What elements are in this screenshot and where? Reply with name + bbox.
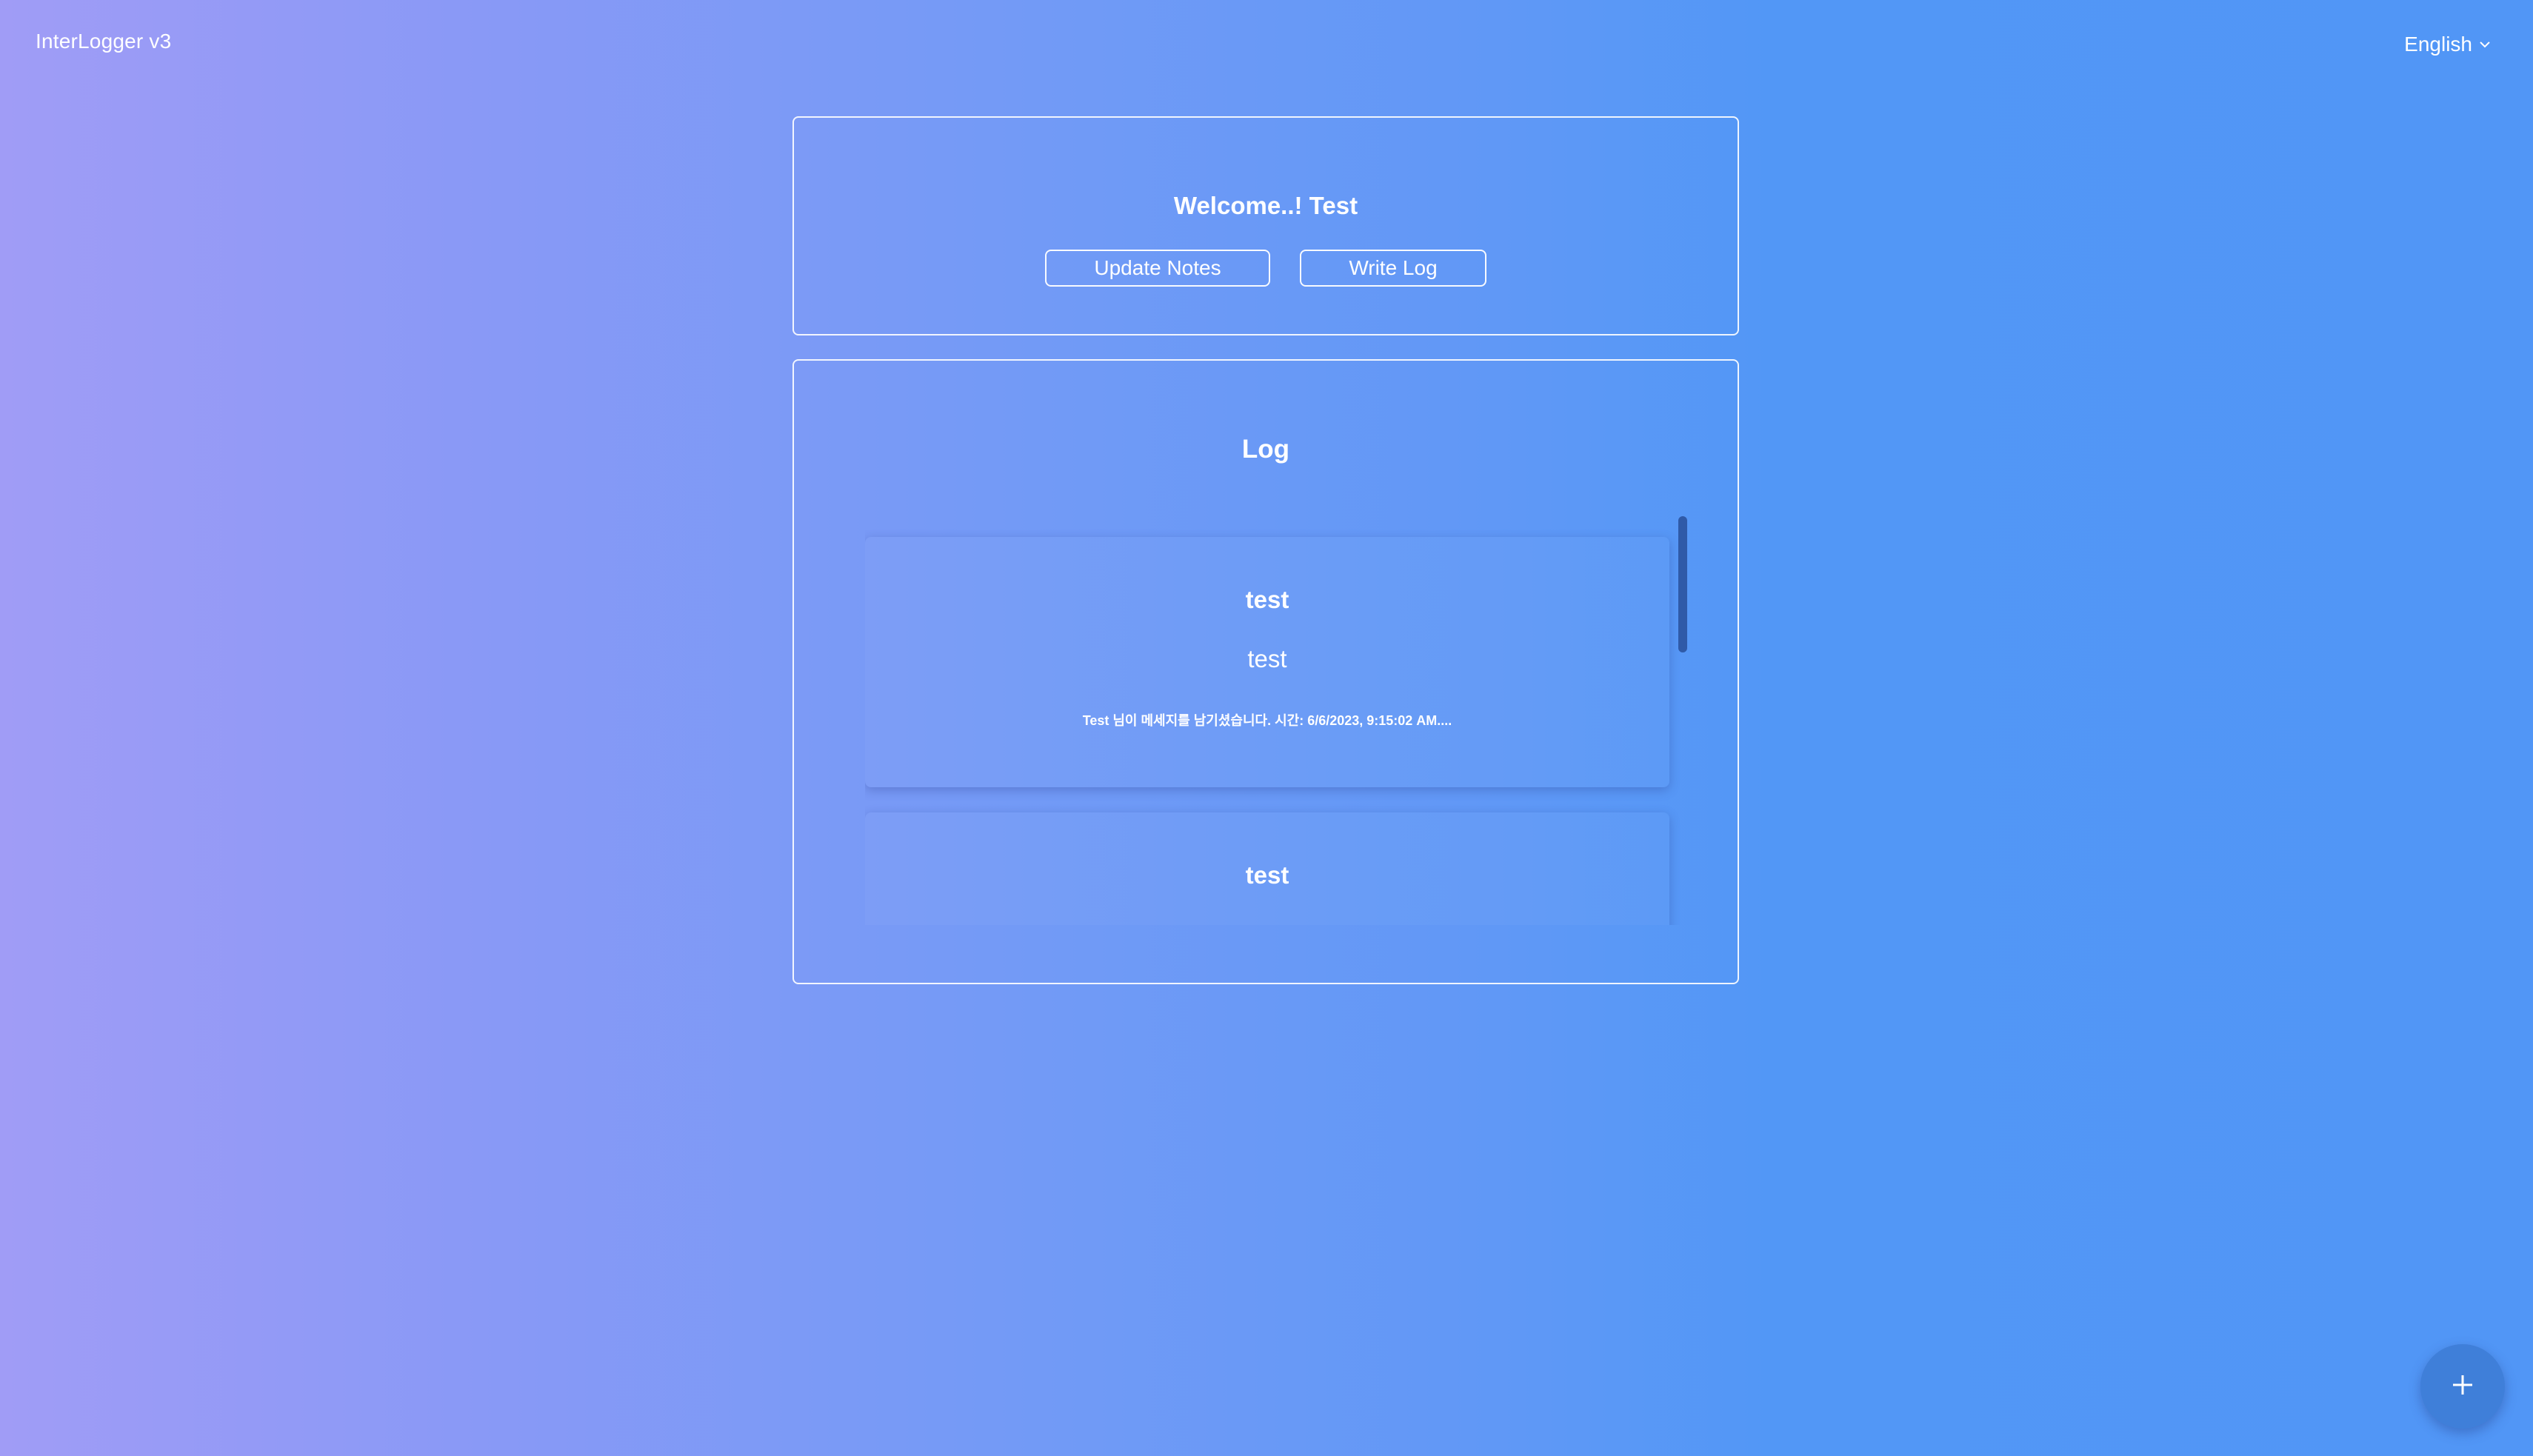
welcome-card: Welcome..! Test Update Notes Write Log	[792, 116, 1739, 335]
log-title: Log	[1241, 435, 1290, 464]
log-list-container[interactable]: test test Test 님이 메세지를 남기셨습니다. 시간: 6/6/2…	[865, 516, 1687, 925]
log-entry-body: test	[865, 921, 1669, 925]
add-button[interactable]	[2420, 1344, 2505, 1429]
language-selector[interactable]: English	[2404, 33, 2492, 56]
log-entry[interactable]: test test Test 님이 메세지를 남기셨습니다. 시간: 6/6/2…	[865, 537, 1669, 787]
language-label: English	[2404, 33, 2472, 56]
welcome-actions: Update Notes Write Log	[794, 250, 1738, 287]
write-log-button[interactable]: Write Log	[1300, 250, 1486, 287]
plus-icon	[2450, 1372, 2475, 1401]
log-scrollbar-thumb[interactable]	[1678, 516, 1687, 652]
update-notes-button[interactable]: Update Notes	[1045, 250, 1270, 287]
app-title: InterLogger v3	[36, 30, 172, 53]
log-entry-body: test	[1247, 645, 1287, 672]
welcome-title: Welcome..! Test	[1173, 192, 1358, 219]
log-card: Log test test Test 님이 메세지를 남기셨습니다. 시간: 6…	[792, 359, 1739, 984]
chevron-down-icon	[2478, 33, 2492, 56]
log-entry-title: test	[1245, 861, 1289, 889]
log-entry-meta: Test 님이 메세지를 남기셨습니다. 시간: 6/6/2023, 9:15:…	[1082, 713, 1452, 728]
log-entry-title: test	[1245, 586, 1289, 613]
log-list: test test Test 님이 메세지를 남기셨습니다. 시간: 6/6/2…	[865, 516, 1669, 925]
log-entry[interactable]: test test	[865, 812, 1669, 925]
